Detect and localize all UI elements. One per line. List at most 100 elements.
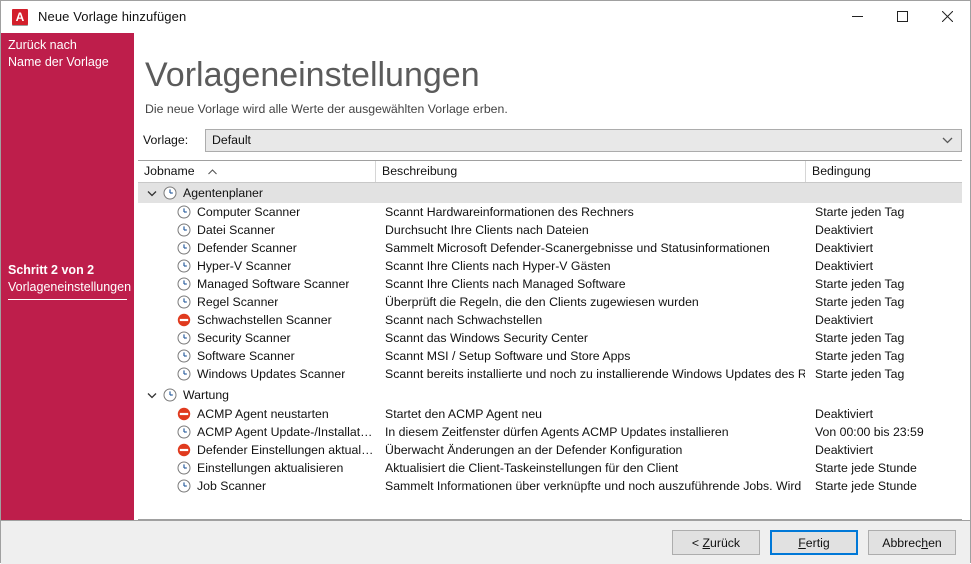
page-subtitle: Die neue Vorlage wird alle Werte der aus… — [145, 102, 508, 116]
job-name-label: Security Scanner — [197, 331, 291, 345]
job-name-label: Job Scanner — [197, 479, 267, 493]
job-name-cell: Job Scanner — [138, 479, 375, 493]
job-status-icon — [174, 407, 193, 421]
job-status-icon — [174, 259, 193, 273]
cancel-button-label: Abbrechen — [882, 535, 942, 550]
job-description-cell: Scannt nach Schwachstellen — [385, 313, 543, 327]
table-row[interactable]: Datei Scanner Durchsucht Ihre Clients nac… — [138, 221, 962, 239]
table-row[interactable]: Schwachstellen Scanner Scannt nach Schwac… — [138, 311, 962, 329]
column-header-beschreibung-label: Beschreibung — [382, 164, 458, 178]
grid-body: Agentenplaner Computer Scanner Scannt Hard… — [138, 183, 962, 519]
job-name-label: Datei Scanner — [197, 223, 275, 237]
template-label: Vorlage: — [143, 133, 189, 147]
back-to-step-link[interactable]: Zurück nach Name der Vorlage — [8, 37, 109, 71]
page-title: Vorlageneinstellungen — [145, 56, 480, 94]
group-expander[interactable] — [144, 392, 160, 399]
close-icon — [942, 11, 953, 22]
table-row[interactable]: Hyper-V Scanner Scannt Ihre Clients nach … — [138, 257, 962, 275]
job-name-cell: Security Scanner — [138, 331, 375, 345]
template-dropdown[interactable]: Default — [205, 128, 962, 152]
table-row[interactable]: Software Scanner Scannt MSI / Setup Softw… — [138, 347, 962, 365]
job-status-icon — [174, 313, 193, 327]
back-button[interactable]: < Zurück — [672, 530, 760, 555]
chevron-down-icon — [942, 130, 953, 151]
job-name-cell: Einstellungen aktualisieren — [138, 461, 375, 475]
table-row[interactable]: Defender Einstellungen aktualisie… Überwa… — [138, 441, 962, 459]
finish-button[interactable]: Fertig — [770, 530, 858, 555]
job-description-cell: Überwacht Änderungen an der Defender Kon… — [385, 443, 683, 457]
job-condition-cell: Starte jeden Tag — [815, 277, 905, 291]
chevron-down-icon — [147, 392, 157, 398]
table-row[interactable]: Einstellungen aktualisieren Aktualisiert … — [138, 459, 962, 477]
table-row[interactable]: Security Scanner Scannt das Windows Secur… — [138, 329, 962, 347]
table-row[interactable]: Windows Updates Scanner Scannt bereits in… — [138, 365, 962, 383]
job-condition-cell: Starte jeden Tag — [815, 331, 905, 345]
job-condition-cell: Starte jede Stunde — [815, 479, 917, 493]
table-row[interactable]: Managed Software Scanner Scannt Ihre Clie… — [138, 275, 962, 293]
clock-icon — [177, 367, 190, 381]
maximize-button[interactable] — [880, 1, 925, 32]
job-name-cell: Schwachstellen Scanner — [138, 313, 375, 327]
job-name-label: Schwachstellen Scanner — [197, 313, 332, 327]
job-status-icon — [174, 241, 193, 255]
job-name-cell: Defender Scanner — [138, 241, 375, 255]
job-name-label: Defender Einstellungen aktualisie… — [197, 443, 375, 457]
job-condition-cell: Deaktiviert — [815, 241, 874, 255]
group-expander[interactable] — [144, 190, 160, 197]
job-name-cell: Regel Scanner — [138, 295, 375, 309]
table-row[interactable]: Defender Scanner Sammelt Microsoft Defend… — [138, 239, 962, 257]
group-name-cell: Agentenplaner — [138, 186, 375, 200]
chevron-down-icon — [147, 190, 157, 196]
job-name-label: Hyper-V Scanner — [197, 259, 292, 273]
job-status-icon — [174, 205, 193, 219]
job-description-cell: Scannt Ihre Clients nach Hyper-V Gästen — [385, 259, 611, 273]
job-name-cell: Computer Scanner — [138, 205, 375, 219]
group-row[interactable]: Agentenplaner — [138, 183, 962, 203]
job-status-icon — [174, 349, 193, 363]
job-status-icon — [174, 223, 193, 237]
column-header-jobname-label: Jobname — [144, 164, 195, 178]
column-header-bedingung[interactable]: Bedingung — [805, 161, 962, 182]
column-header-bedingung-label: Bedingung — [812, 164, 871, 178]
group-label: Agentenplaner — [183, 186, 263, 200]
column-header-beschreibung[interactable]: Beschreibung — [375, 161, 805, 182]
table-row[interactable]: ACMP Agent neustarten Startet den ACMP Ag… — [138, 405, 962, 423]
group-label: Wartung — [183, 388, 230, 402]
acmp-logo-icon: A — [12, 8, 28, 25]
job-condition-cell: Starte jeden Tag — [815, 349, 905, 363]
title-bar: A Neue Vorlage hinzufügen — [1, 1, 970, 33]
job-condition-cell: Deaktiviert — [815, 443, 874, 457]
job-name-cell: Datei Scanner — [138, 223, 375, 237]
cancel-button[interactable]: Abbrechen — [868, 530, 956, 555]
close-button[interactable] — [925, 1, 970, 32]
sort-ascending-icon — [208, 161, 217, 182]
job-name-cell: Software Scanner — [138, 349, 375, 363]
job-status-icon — [174, 443, 193, 457]
job-status-icon — [174, 295, 193, 309]
table-row[interactable]: Job Scanner Sammelt Informationen über ve… — [138, 477, 962, 495]
group-row[interactable]: Wartung — [138, 385, 962, 405]
current-step-indicator: Schritt 2 von 2 Vorlageneinstellungen — [8, 262, 131, 300]
job-name-label: Software Scanner — [197, 349, 295, 363]
job-status-icon — [174, 461, 193, 475]
disabled-icon — [177, 407, 190, 421]
jobs-grid: Jobname Beschreibung Bedingung Agentenpl… — [138, 160, 962, 520]
clock-icon — [177, 425, 190, 439]
clock-icon — [177, 205, 190, 219]
table-row[interactable]: Computer Scanner Scannt Hardwareinformati… — [138, 203, 962, 221]
column-header-jobname[interactable]: Jobname — [138, 161, 375, 182]
table-row[interactable]: Regel Scanner Überprüft die Regeln, die d… — [138, 293, 962, 311]
main-content: Vorlageneinstellungen Die neue Vorlage w… — [134, 33, 970, 520]
dialog-footer: < Zurück Fertig Abbrechen — [1, 520, 970, 564]
window-controls — [835, 1, 970, 32]
job-condition-cell: Starte jeden Tag — [815, 205, 905, 219]
job-description-cell: Sammelt Microsoft Defender-Scanergebniss… — [385, 241, 770, 255]
job-name-cell: Hyper-V Scanner — [138, 259, 375, 273]
table-row[interactable]: ACMP Agent Update-/Installation… In diese… — [138, 423, 962, 441]
template-selector-row: Vorlage: Default — [138, 128, 970, 152]
minimize-button[interactable] — [835, 1, 880, 32]
back-link-line1: Zurück nach — [8, 38, 77, 52]
job-name-label: Regel Scanner — [197, 295, 279, 309]
clock-icon — [177, 479, 190, 493]
job-condition-cell: Starte jeden Tag — [815, 295, 905, 309]
